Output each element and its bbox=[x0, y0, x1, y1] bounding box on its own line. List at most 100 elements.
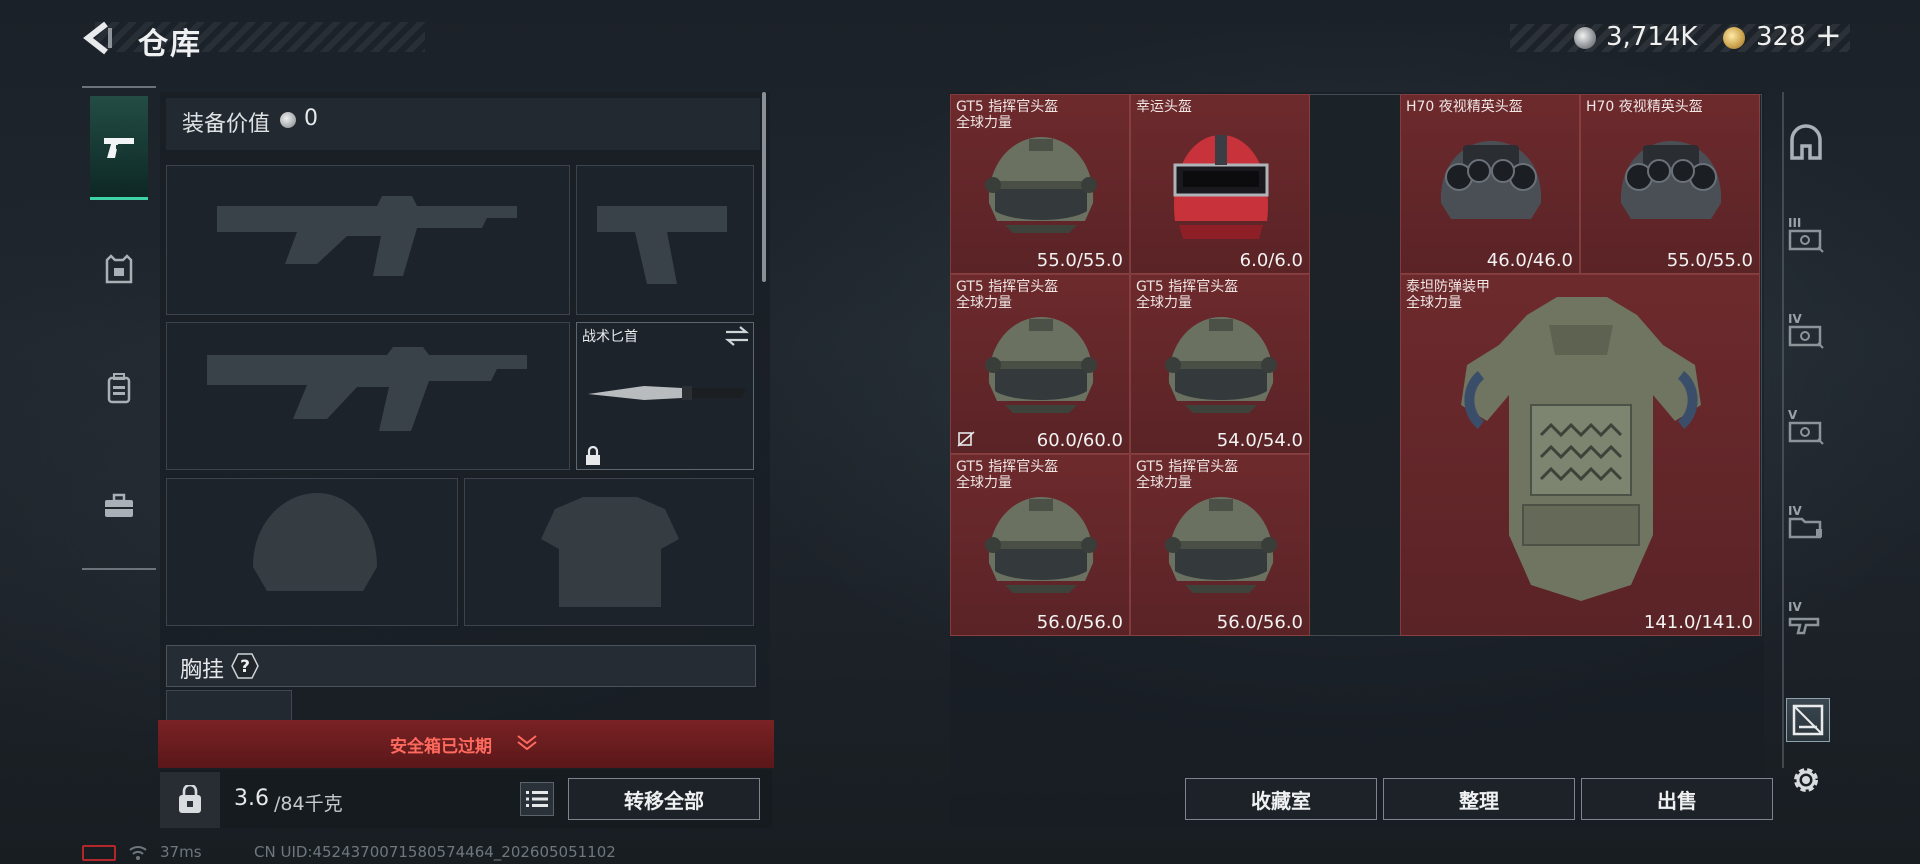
nvg-helmet-icon bbox=[1439, 140, 1543, 220]
item-tag: 全球力量 bbox=[1136, 295, 1192, 311]
storage-item[interactable]: GT5 指挥官头盔 全球力量 54.0/54.0 bbox=[1130, 274, 1310, 454]
item-durability: 56.0/56.0 bbox=[1036, 612, 1123, 633]
silver-coin-icon bbox=[280, 112, 296, 128]
equipment-scrollbar[interactable] bbox=[762, 92, 766, 282]
pistol-icon bbox=[104, 137, 134, 158]
tier-label: IV bbox=[1788, 600, 1802, 614]
sort-button[interactable]: 整理 bbox=[1383, 778, 1575, 820]
slot-helmet[interactable] bbox=[166, 478, 458, 626]
settings-button[interactable] bbox=[1788, 762, 1824, 798]
tab-kit[interactable] bbox=[90, 454, 148, 558]
help-button[interactable]: ? bbox=[230, 652, 260, 680]
item-tag: 全球力量 bbox=[956, 295, 1012, 311]
tab-all-items[interactable] bbox=[1786, 122, 1826, 162]
weight-current: 3.6 bbox=[234, 786, 269, 811]
slot-pistol[interactable] bbox=[576, 165, 754, 315]
melee-name: 战术匕首 bbox=[582, 329, 638, 345]
slot-secondary-weapon[interactable] bbox=[166, 322, 570, 470]
armor-icon bbox=[105, 254, 133, 284]
rifle-silhouette-icon bbox=[207, 347, 527, 431]
vest-silhouette-icon bbox=[541, 497, 679, 607]
knife-icon bbox=[588, 386, 746, 400]
lucky-helmet-icon bbox=[1173, 135, 1269, 239]
ping: 37ms bbox=[160, 843, 202, 861]
swap-icon[interactable] bbox=[724, 326, 750, 346]
storage-item[interactable]: 幸运头盔 6.0/6.0 bbox=[1130, 94, 1310, 274]
safebox-status: 安全箱已过期 bbox=[390, 737, 492, 757]
item-durability: 60.0/60.0 bbox=[1036, 430, 1123, 451]
list-view-button[interactable] bbox=[520, 782, 554, 816]
slot-body-armor[interactable] bbox=[464, 478, 754, 626]
sell-button[interactable]: 出售 bbox=[1581, 778, 1773, 820]
body-armor-icon bbox=[1461, 297, 1701, 601]
item-name: 幸运头盔 bbox=[1136, 99, 1192, 115]
back-button[interactable] bbox=[82, 20, 116, 56]
tier-label: V bbox=[1788, 408, 1798, 422]
item-name: GT5 指挥官头盔 bbox=[956, 99, 1059, 115]
collection-room-button[interactable]: 收藏室 bbox=[1185, 778, 1377, 820]
item-name: GT5 指挥官头盔 bbox=[1136, 459, 1239, 475]
equipment-value-label: 装备价值 bbox=[182, 112, 271, 137]
item-tag: 全球力量 bbox=[956, 475, 1012, 491]
filter-icon bbox=[1792, 704, 1824, 736]
backpack-button[interactable] bbox=[160, 772, 220, 828]
rifle-silhouette-icon bbox=[217, 196, 517, 276]
page-title: 仓库 bbox=[138, 27, 202, 62]
add-gold-button[interactable]: + bbox=[1815, 16, 1842, 54]
tab-weapons[interactable] bbox=[90, 96, 148, 200]
gt5-helmet-icon bbox=[985, 497, 1097, 593]
item-name: GT5 指挥官头盔 bbox=[956, 279, 1059, 295]
item-durability: 56.0/56.0 bbox=[1216, 612, 1303, 633]
storage-item[interactable]: H70 夜视精英头盔 46.0/46.0 bbox=[1400, 94, 1580, 274]
item-name: H70 夜视精英头盔 bbox=[1586, 99, 1703, 115]
tab-tier-4[interactable]: IV bbox=[1786, 312, 1826, 354]
gt5-helmet-icon bbox=[985, 317, 1097, 413]
storage-item[interactable]: H70 夜视精英头盔 55.0/55.0 bbox=[1580, 94, 1760, 274]
tab-backpack[interactable] bbox=[90, 336, 148, 440]
item-durability: 55.0/55.0 bbox=[1666, 250, 1753, 271]
item-durability: 54.0/54.0 bbox=[1216, 430, 1303, 451]
silver-coin-icon bbox=[1574, 27, 1596, 49]
storage-item[interactable]: GT5 指挥官头盔 全球力量 56.0/56.0 bbox=[1130, 454, 1310, 636]
list-icon bbox=[526, 791, 548, 807]
nvg-helmet-icon bbox=[1619, 140, 1723, 220]
player-uid: CN UID:4524370071580574464_202605051102 bbox=[254, 843, 616, 861]
storage-item[interactable]: GT5 指挥官头盔 全球力量 60.0/60.0 bbox=[950, 274, 1130, 454]
tab-tier-4-weapon-case[interactable]: IV bbox=[1786, 600, 1826, 642]
storage-item[interactable]: GT5 指挥官头盔 全球力量 56.0/56.0 bbox=[950, 454, 1130, 636]
right-tabs-divider bbox=[1782, 92, 1784, 768]
arch-icon bbox=[1790, 124, 1822, 160]
slot-primary-weapon[interactable] bbox=[166, 165, 570, 315]
gold-balance: 328 bbox=[1756, 22, 1806, 52]
lock-icon bbox=[584, 445, 602, 466]
item-durability: 141.0/141.0 bbox=[1643, 612, 1753, 633]
item-tag: 全球力量 bbox=[1136, 475, 1192, 491]
gold-coin-icon bbox=[1723, 27, 1745, 49]
transfer-all-button[interactable]: 转移全部 bbox=[568, 778, 760, 820]
tab-armor[interactable] bbox=[90, 218, 148, 322]
storage-item[interactable]: GT5 指挥官头盔 全球力量 55.0/55.0 bbox=[950, 94, 1130, 274]
wifi-icon bbox=[128, 843, 148, 861]
helmet-silhouette-icon bbox=[253, 493, 377, 591]
svg-text:?: ? bbox=[240, 657, 250, 677]
tab-selected-filter[interactable] bbox=[1786, 698, 1830, 742]
tab-tier-5[interactable]: V bbox=[1786, 408, 1826, 450]
gt5-helmet-icon bbox=[1165, 317, 1277, 413]
tier-label: IV bbox=[1788, 504, 1802, 518]
equipment-value: 0 bbox=[304, 106, 318, 131]
chest-rig-label: 胸挂 bbox=[180, 658, 225, 683]
chevron-down-icon bbox=[516, 734, 538, 751]
battery-icon bbox=[82, 845, 116, 861]
gt5-helmet-icon bbox=[985, 137, 1097, 233]
item-tag: 全球力量 bbox=[956, 115, 1012, 131]
storage-item[interactable]: 泰坦防弹装甲 全球力量 141.0/141.0 bbox=[1400, 274, 1760, 636]
tab-tier-3[interactable]: III bbox=[1786, 216, 1826, 258]
gear-icon bbox=[1794, 768, 1818, 792]
item-name: H70 夜视精英头盔 bbox=[1406, 99, 1523, 115]
tab-tier-4-folder[interactable]: IV bbox=[1786, 504, 1826, 546]
back-arrow-icon bbox=[83, 21, 112, 55]
item-durability: 46.0/46.0 bbox=[1486, 250, 1573, 271]
item-name: 泰坦防弹装甲 bbox=[1406, 279, 1490, 295]
silver-balance: 3,714K bbox=[1606, 22, 1698, 52]
item-durability: 6.0/6.0 bbox=[1239, 250, 1303, 271]
